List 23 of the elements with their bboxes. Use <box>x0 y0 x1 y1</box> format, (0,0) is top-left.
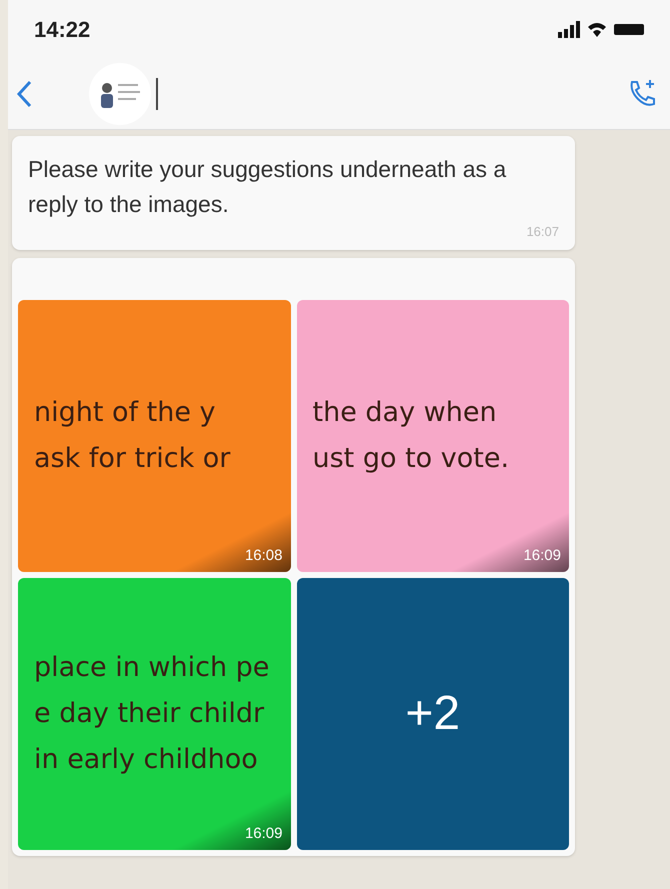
image-tile[interactable]: the day when ust go to vote. 16:09 <box>296 300 569 572</box>
wifi-icon <box>588 20 606 38</box>
image-text: in early childhoo <box>34 742 258 776</box>
message-text: Please write your suggestions underneath as a reply to the images. <box>28 155 508 219</box>
group-avatar[interactable] <box>88 62 152 126</box>
image-text: the day when <box>312 396 497 430</box>
image-tile[interactable]: place in which pe e day their childr in early childhoo 16:09 <box>18 578 290 850</box>
more-count: +2 <box>405 686 460 742</box>
image-tile[interactable]: +2 <box>296 578 569 850</box>
timestamp: 16:09 <box>523 546 561 566</box>
back-icon <box>16 80 32 108</box>
timestamp: 16:09 <box>244 824 282 844</box>
signal-icon <box>558 20 580 38</box>
image-tile[interactable]: night of the y ask for trick or 16:08 <box>18 300 290 572</box>
status-time: 14:22 <box>34 16 90 44</box>
image-text: ust go to vote. <box>312 442 510 476</box>
image-text: night of the y <box>34 396 216 430</box>
battery-icon <box>614 24 644 34</box>
image-text: place in which pe <box>34 650 270 684</box>
image-text: e day their childr <box>34 696 264 730</box>
timestamp: 16:07 <box>526 223 559 241</box>
timestamp: 16:08 <box>244 546 282 566</box>
image-text: ask for trick or <box>34 442 230 476</box>
